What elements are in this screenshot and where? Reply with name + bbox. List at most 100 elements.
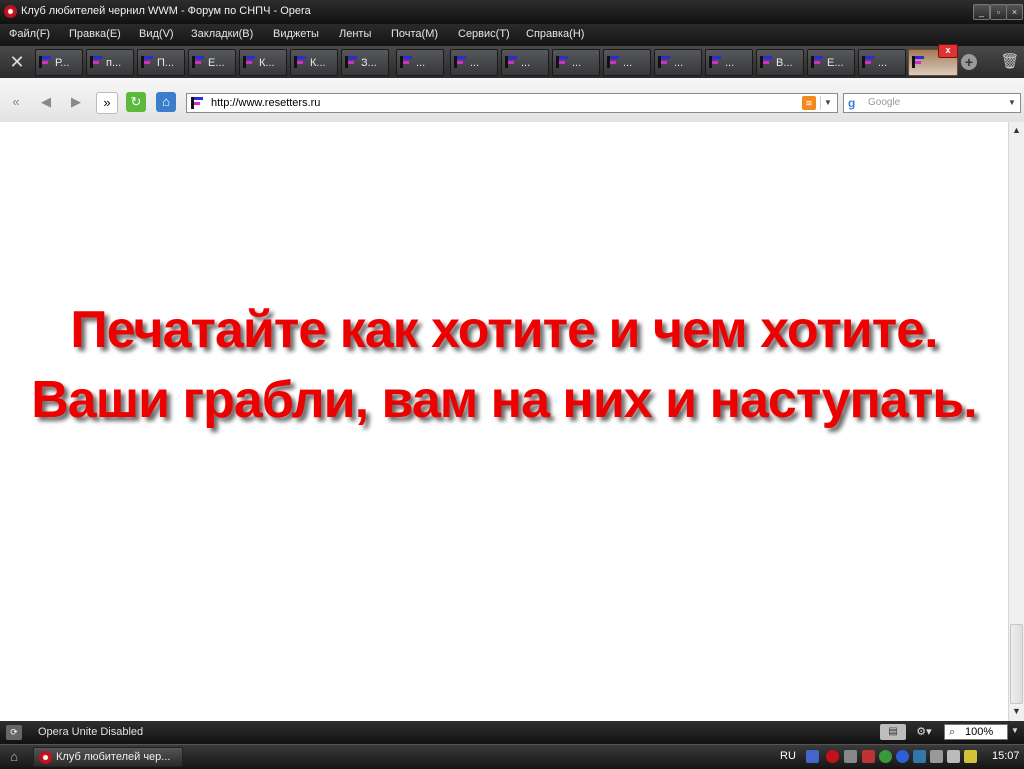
opera-unite-status[interactable]: Opera Unite Disabled: [38, 726, 143, 738]
tab-16[interactable]: Е...: [807, 49, 855, 76]
zoom-control[interactable]: ⌕ 100%: [944, 724, 1008, 740]
tab-2[interactable]: п...: [86, 49, 134, 76]
maximize-button[interactable]: ▫: [990, 4, 1007, 20]
tab-label: ...: [416, 57, 426, 69]
menu-file[interactable]: Файл(F): [9, 28, 50, 40]
tab-6[interactable]: К...: [290, 49, 338, 76]
tab-4[interactable]: Е...: [188, 49, 236, 76]
menu-bookmarks[interactable]: Закладки(B): [191, 28, 253, 40]
tab-13[interactable]: ...: [654, 49, 702, 76]
update-tray-icon[interactable]: [879, 750, 892, 763]
tab-bar: ✕ Р... п... П... Е... К... К... З.............…: [0, 44, 1024, 79]
tab-17[interactable]: ...: [858, 49, 906, 76]
search-field[interactable]: g Google ▼: [843, 93, 1021, 113]
menu-widgets[interactable]: Виджеты: [273, 28, 319, 40]
new-tab-plus-icon[interactable]: +: [961, 54, 977, 70]
site-favicon-icon: [294, 56, 306, 68]
tab-9[interactable]: ...: [450, 49, 498, 76]
rewind-icon[interactable]: «: [6, 92, 26, 112]
language-indicator[interactable]: RU: [780, 750, 796, 762]
menu-tools[interactable]: Сервис(T): [458, 28, 510, 40]
site-favicon-icon: [607, 56, 619, 68]
menu-bar: Файл(F) Правка(E) Вид(V) Закладки(B) Вид…: [0, 24, 1024, 46]
tab-18[interactable]: x: [908, 44, 958, 76]
scroll-down-arrow-icon[interactable]: ▼: [1011, 706, 1022, 717]
tab-label: З...: [361, 57, 377, 69]
tab-label: К...: [259, 57, 275, 69]
disk-tray-icon[interactable]: [913, 750, 926, 763]
opera-tray-icon[interactable]: [826, 750, 839, 763]
view-options-icon[interactable]: ⚙▾: [910, 724, 938, 740]
google-search-engine-icon[interactable]: g: [848, 96, 862, 110]
menu-mail[interactable]: Почта(M): [391, 28, 438, 40]
site-favicon-icon: [345, 56, 357, 68]
fast-forward-icon[interactable]: »: [96, 92, 118, 114]
menu-help[interactable]: Справка(H): [526, 28, 584, 40]
opera-logo-icon: [39, 751, 52, 764]
tab-11[interactable]: ...: [552, 49, 600, 76]
tab-label: п...: [106, 57, 122, 69]
menu-view[interactable]: Вид(V): [139, 28, 174, 40]
panel-toggle-icon[interactable]: ▤: [880, 724, 906, 740]
tab-12[interactable]: ...: [603, 49, 651, 76]
site-favicon-icon: [192, 56, 204, 68]
opera-logo-icon: [4, 5, 17, 18]
tab-3[interactable]: П...: [137, 49, 185, 76]
taskbar-item-opera[interactable]: Клуб любителей чер...: [33, 747, 183, 767]
tab-7[interactable]: З...: [341, 49, 389, 76]
site-favicon-icon: [243, 56, 255, 68]
tab-label: ...: [674, 57, 684, 69]
close-tab-icon[interactable]: x: [938, 44, 958, 58]
forward-icon[interactable]: ▶: [66, 92, 86, 112]
tray-extra-icon[interactable]: [964, 750, 977, 763]
show-desktop-icon[interactable]: ⌂: [6, 749, 22, 765]
antivirus-tray-icon[interactable]: [862, 750, 875, 763]
site-favicon-icon: [709, 56, 721, 68]
tab-5[interactable]: К...: [239, 49, 287, 76]
address-dropdown-icon[interactable]: ▼: [820, 96, 835, 110]
menu-feeds[interactable]: Ленты: [339, 28, 371, 40]
scroll-up-arrow-icon[interactable]: ▲: [1011, 125, 1022, 136]
home-icon[interactable]: ⌂: [156, 92, 176, 112]
tab-15[interactable]: В...: [756, 49, 804, 76]
trash-icon[interactable]: 🗑: [1000, 52, 1020, 72]
vertical-scrollbar[interactable]: ▲ ▼: [1008, 122, 1024, 721]
clock: 15:07: [992, 750, 1020, 762]
site-favicon-icon: [811, 56, 823, 68]
site-favicon-icon: [505, 56, 517, 68]
tab-8[interactable]: ...: [396, 49, 444, 76]
tab-10[interactable]: ...: [501, 49, 549, 76]
site-favicon-icon: [400, 56, 412, 68]
address-field[interactable]: http://www.resetters.ru ≋ ▼: [186, 93, 838, 113]
tab-label: Е...: [827, 57, 844, 69]
site-favicon-icon: [90, 56, 102, 68]
tab-label: ...: [572, 57, 582, 69]
network-tray-icon[interactable]: [844, 750, 857, 763]
zoom-dropdown-icon[interactable]: ▼: [1011, 726, 1019, 735]
menu-edit[interactable]: Правка(E): [69, 28, 121, 40]
tab-label: П...: [157, 57, 175, 69]
minimize-button[interactable]: _: [973, 4, 990, 20]
printer-tray-icon[interactable]: [930, 750, 943, 763]
unite-icon[interactable]: ⟳: [6, 725, 22, 740]
reload-icon[interactable]: ↻: [126, 92, 146, 112]
tools-wrench-icon[interactable]: ✕: [3, 50, 31, 75]
search-dropdown-icon[interactable]: ▼: [1005, 96, 1019, 110]
save-tray-icon[interactable]: [806, 750, 819, 763]
site-favicon-icon: [39, 56, 51, 68]
headline-line-2: Ваши грабли, вам на них и наступать.: [31, 371, 977, 429]
volume-tray-icon[interactable]: [947, 750, 960, 763]
zoom-level: 100%: [965, 726, 994, 738]
rss-feed-icon[interactable]: ≋: [802, 96, 816, 110]
tab-label: Р...: [55, 57, 70, 69]
page-content: Печатайте как хотите и чем хотите. Ваши …: [0, 122, 1008, 721]
scrollbar-thumb[interactable]: [1010, 624, 1023, 704]
tab-1[interactable]: Р...: [35, 49, 83, 76]
bluetooth-icon[interactable]: [896, 750, 909, 763]
taskbar-item-label: Клуб любителей чер...: [56, 751, 171, 763]
back-icon[interactable]: ◀: [36, 92, 56, 112]
close-window-button[interactable]: ×: [1006, 4, 1023, 20]
tab-14[interactable]: ...: [705, 49, 753, 76]
tab-label: ...: [725, 57, 735, 69]
navigation-bar: « ◀ ▶ » ↻ ⌂ http://www.resetters.ru ≋ ▼ …: [0, 78, 1024, 123]
